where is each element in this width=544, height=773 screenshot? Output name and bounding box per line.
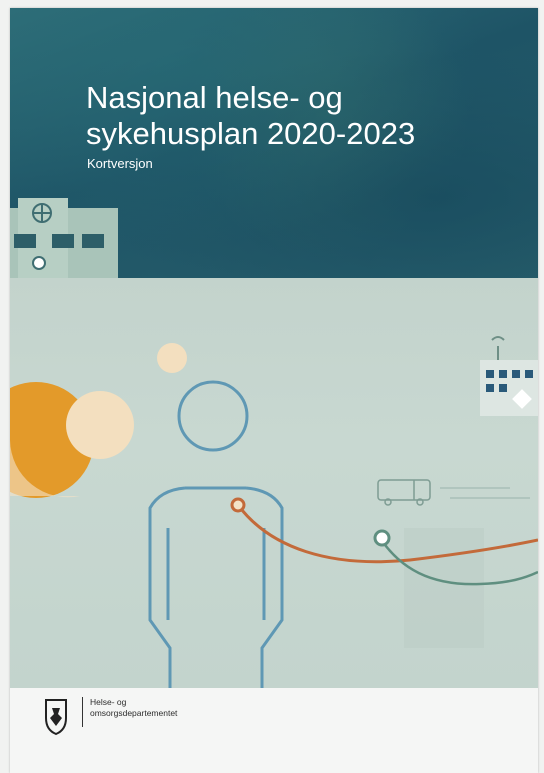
small-hospital-icon — [480, 336, 538, 416]
cream-circle-shape — [66, 391, 134, 459]
ministry-name-line1: Helse- og — [90, 697, 127, 707]
small-cream-circle — [157, 343, 187, 373]
ministry-name-line2: omsorgsdepartementet — [90, 708, 178, 718]
coat-of-arms-icon — [40, 696, 72, 736]
person-figure-icon — [148, 380, 284, 688]
logo-divider — [82, 697, 83, 727]
cover-title: Nasjonal helse- og sykehusplan 2020-2023 — [86, 80, 416, 151]
report-cover: Nasjonal helse- og sykehusplan 2020-2023… — [10, 8, 538, 773]
ministry-name: Helse- og omsorgsdepartementet — [90, 697, 177, 719]
hospital-building-icon — [10, 198, 118, 278]
ambulance-icon — [377, 479, 530, 506]
cover-subtitle: Kortversjon — [87, 156, 153, 171]
